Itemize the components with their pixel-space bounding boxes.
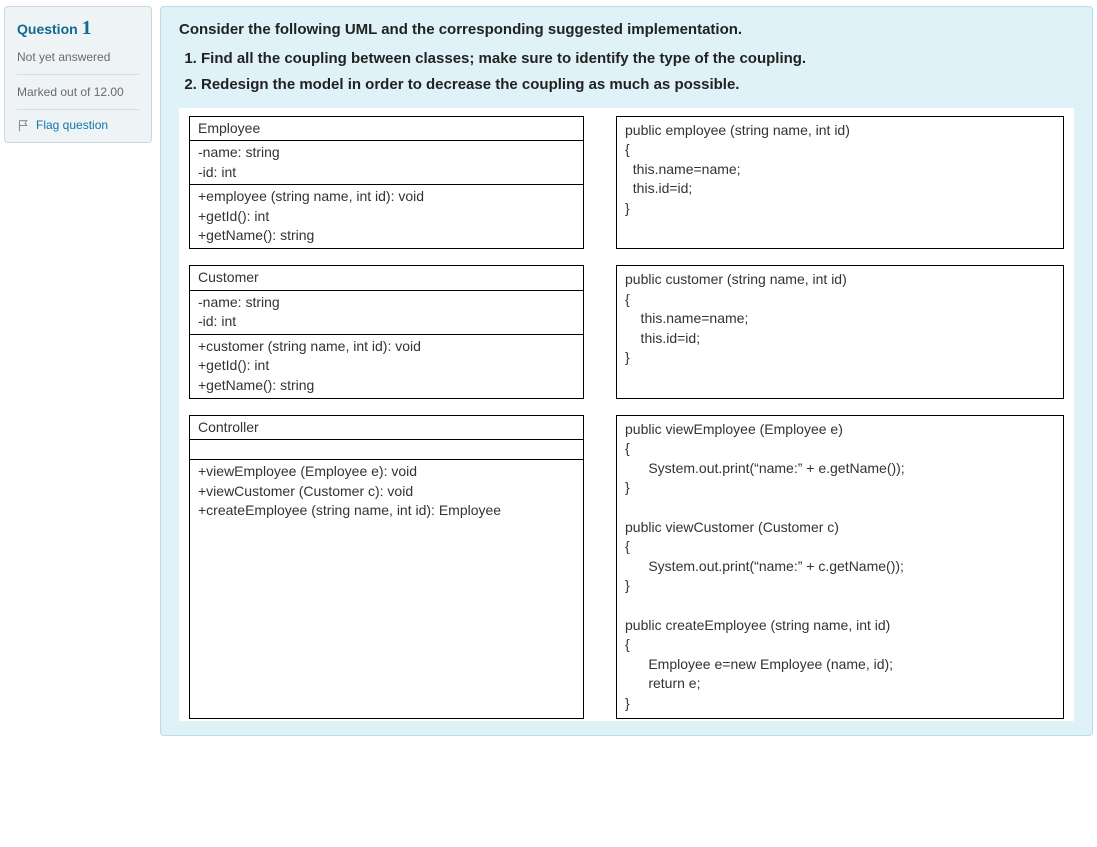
- code-employee: public employee (string name, int id) { …: [616, 116, 1064, 250]
- uml-class-name: Controller: [190, 416, 583, 441]
- uml-op: +viewCustomer (Customer c): void: [198, 482, 575, 502]
- task-list: Find all the coupling between classes; m…: [201, 48, 1074, 96]
- uml-class-employee: Employee -name: string -id: int +employe…: [189, 116, 584, 250]
- uml-attr: -id: int: [198, 163, 575, 183]
- uml-row-controller: Controller +viewEmployee (Employee e): v…: [189, 415, 1064, 719]
- question-number: 1: [82, 17, 92, 39]
- uml-diagram-area: Employee -name: string -id: int +employe…: [179, 108, 1074, 721]
- uml-operations: +customer (string name, int id): void +g…: [190, 335, 583, 398]
- uml-op: +viewEmployee (Employee e): void: [198, 462, 575, 482]
- code-customer: public customer (string name, int id) { …: [616, 265, 1064, 399]
- question-status: Not yet answered: [17, 48, 139, 66]
- uml-op: +customer (string name, int id): void: [198, 337, 575, 357]
- uml-attributes: -name: string -id: int: [190, 291, 583, 335]
- question-label: Question: [17, 21, 78, 37]
- uml-class-name: Employee: [190, 117, 583, 142]
- uml-attr: -name: string: [198, 143, 575, 163]
- uml-op: +getId(): int: [198, 207, 575, 227]
- uml-op: +getName(): string: [198, 376, 575, 396]
- uml-class-controller: Controller +viewEmployee (Employee e): v…: [189, 415, 584, 719]
- task-item: Find all the coupling between classes; m…: [201, 48, 1074, 70]
- question-content-panel: Consider the following UML and the corre…: [160, 6, 1093, 736]
- question-intro: Consider the following UML and the corre…: [179, 21, 1074, 38]
- uml-op: +getName(): string: [198, 226, 575, 246]
- uml-attr: -id: int: [198, 312, 575, 332]
- uml-op: +getId(): int: [198, 356, 575, 376]
- flag-icon: [17, 119, 30, 132]
- uml-operations: +employee (string name, int id): void +g…: [190, 185, 583, 248]
- marks-label: Marked out of 12.00: [17, 83, 139, 101]
- uml-row-employee: Employee -name: string -id: int +employe…: [189, 116, 1064, 250]
- code-controller: public viewEmployee (Employee e) { Syste…: [616, 415, 1064, 719]
- question-header: Question 1: [17, 17, 139, 40]
- uml-attributes: -name: string -id: int: [190, 141, 583, 185]
- uml-op: +employee (string name, int id): void: [198, 187, 575, 207]
- question-info-panel: Question 1 Not yet answered Marked out o…: [4, 6, 152, 143]
- uml-row-customer: Customer -name: string -id: int +custome…: [189, 265, 1064, 399]
- divider: [17, 109, 139, 110]
- flag-question-label: Flag question: [36, 118, 108, 132]
- uml-attr: -name: string: [198, 293, 575, 313]
- uml-operations: +viewEmployee (Employee e): void +viewCu…: [190, 460, 583, 762]
- flag-question-link[interactable]: Flag question: [17, 118, 139, 132]
- uml-attributes-empty: [190, 440, 583, 460]
- uml-op: +createEmployee (string name, int id): E…: [198, 501, 575, 521]
- task-item: Redesign the model in order to decrease …: [201, 74, 1074, 96]
- uml-class-customer: Customer -name: string -id: int +custome…: [189, 265, 584, 399]
- uml-class-name: Customer: [190, 266, 583, 291]
- divider: [17, 74, 139, 75]
